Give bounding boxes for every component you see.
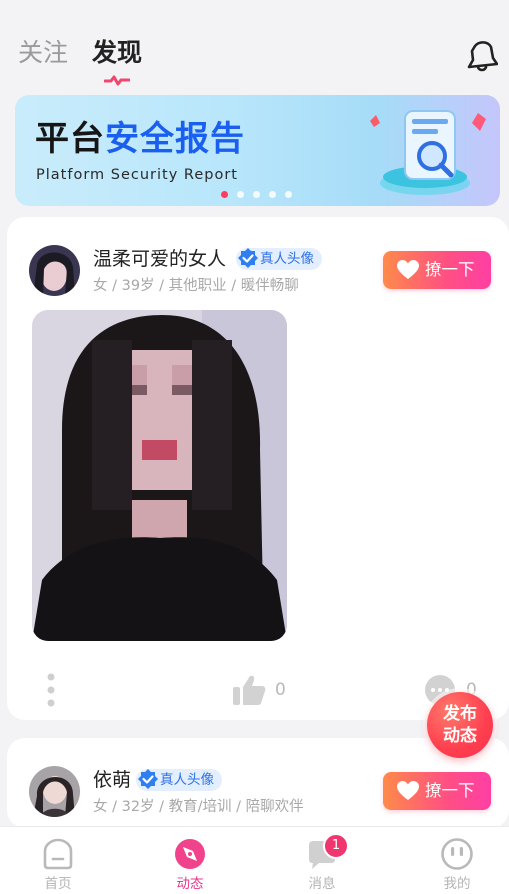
verified-badge: 真人头像 [236,248,322,270]
pagination-dot[interactable] [269,191,276,198]
top-bar: 关注 发现 [0,0,509,88]
pagination-dot[interactable] [253,191,260,198]
post-username[interactable]: 温柔可爱的女人 [93,246,226,272]
flirt-label: 撩一下 [425,781,475,800]
publish-label-line2: 动态 [443,726,477,746]
security-report-banner[interactable]: 平台安全报告 Platform Security Report [15,95,500,206]
post-username[interactable]: 依萌 [93,767,131,793]
verified-check-icon [138,769,158,789]
banner-subtitle: Platform Security Report [36,167,238,183]
tab-follow[interactable]: 关注 [18,36,68,70]
nav-label-home: 首页 [44,876,72,892]
post-user-meta: 女 / 39岁 / 其他职业 / 暖伴畅聊 [93,278,299,294]
flirt-button[interactable]: 撩一下 [383,251,491,289]
banner-title-part2: 安全报告 [105,119,245,159]
bell-icon[interactable] [466,38,498,72]
pagination-dot[interactable] [237,191,244,198]
nav-item-moments[interactable]: 动态 [140,827,240,894]
compass-icon [175,839,205,869]
banner-title: 平台安全报告 [35,119,245,159]
more-options-icon[interactable] [47,673,55,707]
active-tab-indicator [104,75,130,86]
verified-label: 真人头像 [160,772,214,788]
like-count: 0 [275,680,286,700]
post-user-meta: 女 / 32岁 / 教育/培训 / 陪聊欢伴 [93,799,304,815]
verified-label: 真人头像 [260,251,314,267]
verified-badge: 真人头像 [136,769,222,791]
avatar[interactable] [29,245,80,296]
flirt-button[interactable]: 撩一下 [383,772,491,810]
publish-label-line1: 发布 [443,704,477,724]
pagination-dot[interactable] [285,191,292,198]
nav-item-profile[interactable]: 我的 [407,827,507,894]
post-photo[interactable] [32,310,287,641]
publish-post-button[interactable]: 发布 动态 [427,692,493,758]
verified-check-icon [238,248,258,268]
heart-icon [397,260,419,279]
banner-title-part1: 平台 [35,119,105,159]
home-icon [43,838,73,870]
tab-discover[interactable]: 发现 [92,36,142,70]
nav-label-messages: 消息 [308,876,336,892]
nav-item-home[interactable]: 首页 [8,827,108,894]
bottom-nav: 首页 动态 1 消息 我的 [0,826,509,894]
pagination-dot-active[interactable] [221,191,228,198]
nav-label-profile: 我的 [443,876,471,892]
avatar[interactable] [29,766,80,817]
security-shield-illustration [370,110,486,195]
post-card[interactable]: 依萌 真人头像 女 / 32岁 / 教育/培训 / 陪聊欢伴 撩一下 [7,738,509,828]
nav-item-messages[interactable]: 1 消息 [272,827,372,894]
post-card[interactable]: 温柔可爱的女人 真人头像 女 / 39岁 / 其他职业 / 暖伴畅聊 撩一下 0… [7,217,509,720]
banner-pagination [221,189,311,199]
nav-label-moments: 动态 [176,876,204,892]
flirt-label: 撩一下 [425,260,475,279]
profile-icon [441,838,473,870]
unread-badge: 1 [323,833,349,859]
heart-icon [397,781,419,800]
thumbs-up-icon[interactable] [233,674,266,706]
